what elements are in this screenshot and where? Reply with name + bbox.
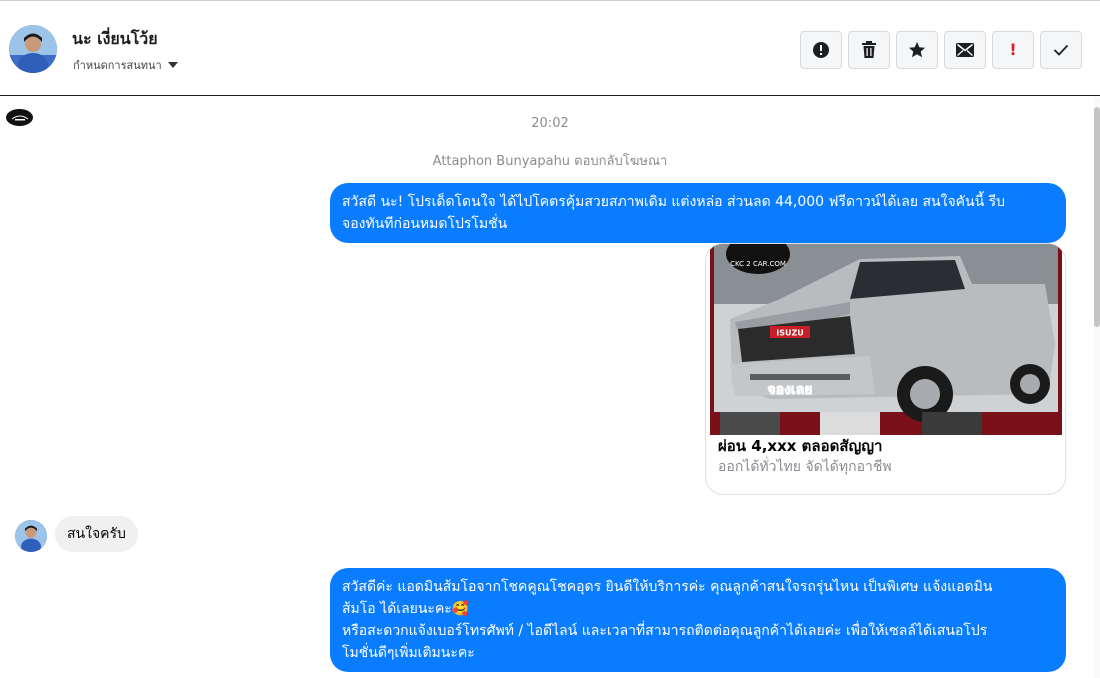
mark-unread-button[interactable] (944, 31, 986, 69)
ad-headline[interactable]: ผ่อน 4,xxx ตลอดสัญญา (718, 434, 882, 458)
ad-description: ออกได้ทั่วไทย จัดได้ทุกอาชีพ (718, 459, 892, 475)
message-line: สวัสดี นะ! โปรเด็ดโดนใจ ได้ไปโคตรคุ้มสวย… (342, 194, 1006, 210)
envelope-icon (956, 43, 974, 57)
ad-image[interactable]: CKC 2 CAR.COM ISUZU จองเลย (710, 244, 1062, 435)
conversation-actions: ! (800, 31, 1082, 69)
thread-scrollbar[interactable] (1094, 97, 1100, 678)
contact-name[interactable]: นะ เงี่ยนโว้ย (72, 27, 158, 52)
alert-circle-icon (813, 42, 829, 58)
conversation-header: นะ เงี่ยนโว้ย กำหนดการสนทนา ! (0, 0, 1100, 96)
ad-image-brand-text: CKC 2 CAR.COM (730, 260, 786, 268)
scrollbar-thumb[interactable] (1094, 107, 1100, 327)
report-spam-button[interactable] (800, 31, 842, 69)
ad-reply-notice: Attaphon Bunyapahu ตอบกลับโฆษณา (432, 154, 668, 169)
message-line: ส้มโอ ได้เลยนะคะ🥰 (342, 601, 470, 617)
message-thread[interactable]: 20:02 Attaphon Bunyapahu ตอบกลับโฆษณา สว… (0, 97, 1100, 678)
star-button[interactable] (896, 31, 938, 69)
ad-image-badge: จองเลย (767, 382, 812, 398)
ad-card[interactable]: CKC 2 CAR.COM ISUZU จองเลย ผ่อน 4,xxx ตล… (705, 243, 1066, 495)
follow-up-button[interactable]: ! (992, 31, 1034, 69)
car-brand-badge: ISUZU (776, 329, 804, 338)
message-line: โมชั่นดีๆเพิ่มเติมนะคะ (342, 645, 475, 661)
star-icon (909, 42, 925, 58)
message-line: สวัสดีค่ะ แอดมินส้มโอจากโชคคูณโชคอุดร ยิ… (342, 579, 993, 595)
conversation-settings-dropdown[interactable]: กำหนดการสนทนา (73, 56, 178, 74)
incoming-message[interactable]: สนใจครับ (55, 516, 138, 552)
checkmark-icon (1053, 44, 1069, 56)
contact-avatar-small[interactable] (15, 520, 47, 552)
message-line: จองทันทีก่อนหมดโปรโมชั่น (342, 216, 508, 232)
contact-avatar[interactable] (9, 25, 57, 73)
outgoing-message[interactable]: สวัสดี นะ! โปรเด็ดโดนใจ ได้ไปโคตรคุ้มสวย… (330, 183, 1066, 243)
trash-icon (862, 41, 876, 58)
message-timestamp: 20:02 (531, 116, 569, 131)
conversation-settings-label: กำหนดการสนทนา (73, 59, 162, 72)
mark-done-button[interactable] (1040, 31, 1082, 69)
caret-down-icon (167, 62, 178, 68)
delete-button[interactable] (848, 31, 890, 69)
message-line: หรือสะดวกแจ้งเบอร์โทรศัพท์ / ไอดีไลน์ แล… (342, 623, 988, 639)
exclamation-icon: ! (1009, 40, 1017, 59)
outgoing-message[interactable]: สวัสดีค่ะ แอดมินส้มโอจากโชคคูณโชคอุดร ยิ… (330, 568, 1066, 672)
